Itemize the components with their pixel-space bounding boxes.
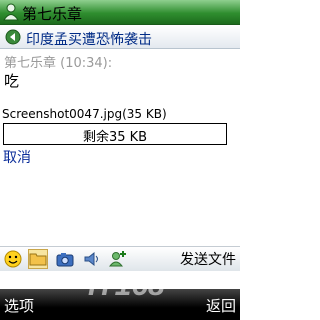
message-sender-line: 第七乐章 (10:34):	[4, 56, 113, 71]
conversation-title: 印度孟买遭恐怖袭击	[26, 32, 152, 48]
it168-watermark: IT168	[80, 265, 185, 319]
options-softkey[interactable]: 选项	[4, 295, 34, 316]
file-name-line: Screenshot0047.jpg(35 KB)	[2, 107, 167, 121]
title-bar: 第七乐章	[0, 0, 240, 25]
window-title: 第七乐章	[22, 5, 83, 23]
send-file-button[interactable]: 发送文件	[180, 249, 236, 269]
folder-button[interactable]	[28, 249, 48, 269]
back-softkey[interactable]: 返回	[206, 295, 236, 316]
contact-person-icon	[3, 3, 19, 21]
watermark-text: IT168	[88, 269, 165, 302]
smiley-icon[interactable]	[3, 249, 23, 269]
message-text: 吃	[4, 72, 20, 90]
conversation-header[interactable]: 印度孟买遭恐怖袭击	[0, 26, 240, 49]
folder-icon	[29, 253, 47, 266]
transfer-progress-bar: 剩余35 KB	[3, 123, 227, 145]
back-nav-icon[interactable]	[5, 29, 21, 45]
remaining-label: 剩余35 KB	[82, 130, 148, 145]
camera-icon[interactable]	[55, 249, 75, 269]
cancel-link[interactable]: 取消	[3, 147, 31, 167]
